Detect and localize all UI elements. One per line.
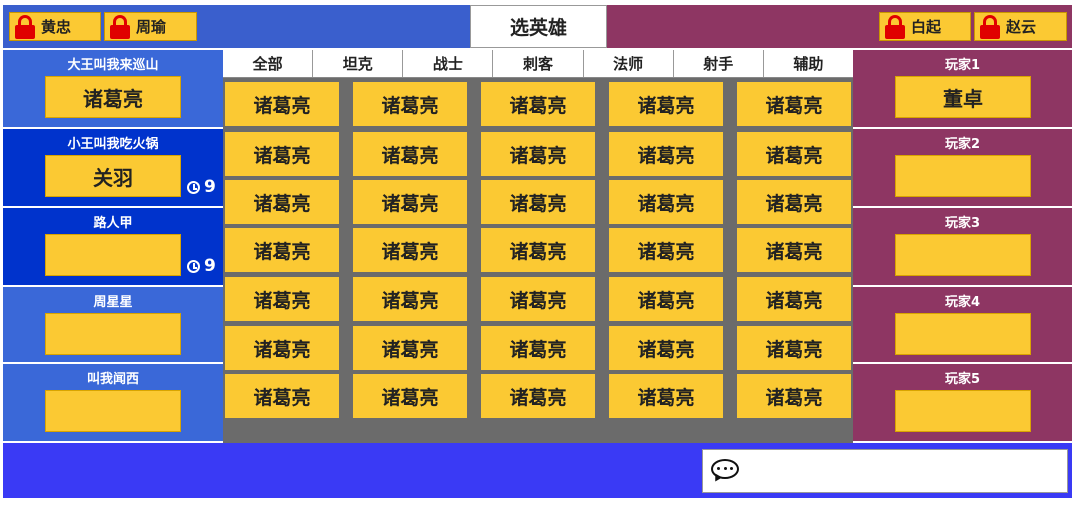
player-name: 玩家4 bbox=[944, 295, 981, 310]
picked-hero-slot bbox=[895, 313, 1031, 355]
tab-tank[interactable]: 坦克 bbox=[313, 50, 404, 77]
tab-support[interactable]: 辅助 bbox=[764, 50, 853, 77]
tab-assassin[interactable]: 刺客 bbox=[493, 50, 584, 77]
hero-card[interactable]: 诸葛亮 bbox=[737, 277, 851, 321]
player-name: 大王叫我来巡山 bbox=[67, 58, 159, 73]
hero-card[interactable]: 诸葛亮 bbox=[353, 82, 467, 126]
role-tabs: 全部 坦克 战士 刺客 法师 射手 辅助 bbox=[223, 50, 853, 78]
hero-card[interactable]: 诸葛亮 bbox=[609, 326, 723, 370]
ban-hero-name: 白起 bbox=[911, 18, 942, 36]
right-player-5: 玩家5 bbox=[853, 364, 1072, 441]
clock-icon bbox=[187, 259, 200, 273]
left-player-3: 路人甲 9 bbox=[3, 208, 223, 285]
player-name: 玩家3 bbox=[944, 216, 981, 231]
player-name: 玩家5 bbox=[944, 372, 981, 387]
tab-warrior[interactable]: 战士 bbox=[403, 50, 494, 77]
tab-marksman[interactable]: 射手 bbox=[674, 50, 764, 77]
left-player-5: 叫我闻西 bbox=[3, 364, 223, 441]
page-title: 选英雄 bbox=[470, 5, 607, 48]
timer-value: 9 bbox=[204, 256, 216, 276]
hero-card[interactable]: 诸葛亮 bbox=[737, 326, 851, 370]
hero-card[interactable]: 诸葛亮 bbox=[737, 132, 851, 176]
right-team-panel: 玩家1 董卓 玩家2 玩家3 玩家4 玩家5 bbox=[853, 50, 1072, 441]
timer-value: 9 bbox=[204, 177, 216, 197]
picked-hero-slot bbox=[895, 390, 1031, 432]
hero-card[interactable]: 诸葛亮 bbox=[225, 180, 339, 224]
left-player-1: 大王叫我来巡山 诸葛亮 bbox=[3, 50, 223, 127]
pick-timer: 9 bbox=[187, 256, 216, 276]
hero-card[interactable]: 诸葛亮 bbox=[609, 228, 723, 272]
ban-hero-name: 赵云 bbox=[1006, 18, 1037, 36]
hero-card[interactable]: 诸葛亮 bbox=[609, 82, 723, 126]
hero-card[interactable]: 诸葛亮 bbox=[609, 374, 723, 418]
ban-hero-name: 周瑜 bbox=[136, 18, 167, 36]
hero-card[interactable]: 诸葛亮 bbox=[737, 82, 851, 126]
picked-hero-slot: 关羽 bbox=[45, 155, 181, 197]
hero-card[interactable]: 诸葛亮 bbox=[609, 132, 723, 176]
hero-card[interactable]: 诸葛亮 bbox=[481, 132, 595, 176]
hero-card[interactable]: 诸葛亮 bbox=[225, 277, 339, 321]
player-name: 叫我闻西 bbox=[86, 372, 139, 387]
picked-hero-slot bbox=[895, 155, 1031, 197]
right-player-3: 玩家3 bbox=[853, 208, 1072, 285]
hero-card[interactable]: 诸葛亮 bbox=[353, 277, 467, 321]
left-team-panel: 大王叫我来巡山 诸葛亮 小王叫我吃火锅 关羽 9 路人甲 9 周星星 叫我闻西 bbox=[3, 50, 223, 441]
hero-card[interactable]: 诸葛亮 bbox=[737, 374, 851, 418]
hero-card[interactable]: 诸葛亮 bbox=[353, 374, 467, 418]
lock-icon bbox=[884, 14, 906, 39]
hero-card[interactable]: 诸葛亮 bbox=[481, 374, 595, 418]
hero-select-screen: 选英雄 黄忠 周瑜 白起 赵云 大王叫我来巡山 诸葛亮 小王叫我吃火锅 关羽 9 bbox=[0, 0, 1080, 506]
right-player-4: 玩家4 bbox=[853, 287, 1072, 364]
hero-card[interactable]: 诸葛亮 bbox=[609, 180, 723, 224]
hero-card[interactable]: 诸葛亮 bbox=[225, 326, 339, 370]
picked-hero-slot bbox=[45, 313, 181, 355]
right-player-2: 玩家2 bbox=[853, 129, 1072, 206]
ban-slot-left-1: 黄忠 bbox=[9, 12, 101, 41]
pick-timer: 9 bbox=[187, 177, 216, 197]
lock-icon bbox=[14, 14, 36, 39]
picked-hero-slot: 董卓 bbox=[895, 76, 1031, 118]
ban-hero-name: 黄忠 bbox=[41, 18, 72, 36]
hero-card[interactable]: 诸葛亮 bbox=[353, 180, 467, 224]
player-name: 路人甲 bbox=[93, 216, 133, 231]
left-player-4: 周星星 bbox=[3, 287, 223, 364]
picked-hero-slot bbox=[45, 234, 181, 276]
hero-card[interactable]: 诸葛亮 bbox=[481, 326, 595, 370]
hero-card[interactable]: 诸葛亮 bbox=[353, 228, 467, 272]
ban-slot-right-1: 白起 bbox=[879, 12, 971, 41]
hero-card[interactable]: 诸葛亮 bbox=[225, 228, 339, 272]
hero-card[interactable]: 诸葛亮 bbox=[481, 180, 595, 224]
player-name: 玩家2 bbox=[944, 137, 981, 152]
hero-card[interactable]: 诸葛亮 bbox=[353, 132, 467, 176]
hero-card[interactable]: 诸葛亮 bbox=[225, 374, 339, 418]
lock-icon bbox=[109, 14, 131, 39]
hero-card[interactable]: 诸葛亮 bbox=[225, 82, 339, 126]
hero-card[interactable]: 诸葛亮 bbox=[609, 277, 723, 321]
player-name: 周星星 bbox=[93, 295, 133, 310]
left-player-2: 小王叫我吃火锅 关羽 9 bbox=[3, 129, 223, 206]
tab-all[interactable]: 全部 bbox=[223, 50, 314, 77]
picked-hero-slot bbox=[895, 234, 1031, 276]
lock-icon bbox=[979, 14, 1001, 39]
hero-card[interactable]: 诸葛亮 bbox=[225, 132, 339, 176]
hero-card[interactable]: 诸葛亮 bbox=[353, 326, 467, 370]
player-name: 玩家1 bbox=[944, 58, 981, 73]
hero-card[interactable]: 诸葛亮 bbox=[481, 277, 595, 321]
hero-card[interactable]: 诸葛亮 bbox=[481, 228, 595, 272]
hero-card[interactable]: 诸葛亮 bbox=[737, 228, 851, 272]
picked-hero-slot: 诸葛亮 bbox=[45, 76, 181, 118]
hero-pool-panel: 全部 坦克 战士 刺客 法师 射手 辅助 诸葛亮 诸葛亮 诸葛亮 诸葛亮 诸葛亮 诸葛亮诸… bbox=[223, 50, 853, 443]
player-name: 小王叫我吃火锅 bbox=[67, 137, 159, 152]
chat-input[interactable] bbox=[702, 449, 1068, 493]
hero-card[interactable]: 诸葛亮 bbox=[737, 180, 851, 224]
clock-icon bbox=[187, 180, 200, 194]
ban-slot-right-2: 赵云 bbox=[974, 12, 1067, 41]
hero-card[interactable]: 诸葛亮 bbox=[481, 82, 595, 126]
chat-bubble-icon bbox=[709, 458, 741, 484]
picked-hero-slot bbox=[45, 390, 181, 432]
right-player-1: 玩家1 董卓 bbox=[853, 50, 1072, 127]
ban-slot-left-2: 周瑜 bbox=[104, 12, 197, 41]
tab-mage[interactable]: 法师 bbox=[584, 50, 674, 77]
